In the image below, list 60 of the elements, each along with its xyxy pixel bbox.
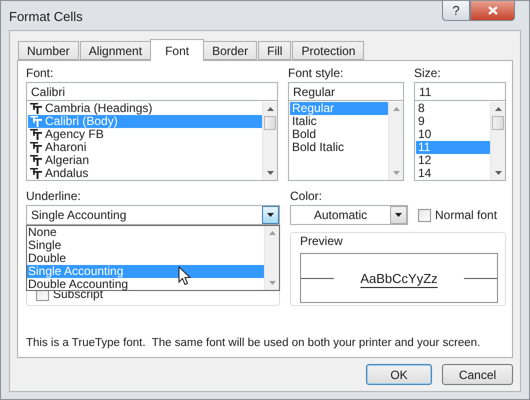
list-item[interactable]: Agency FB: [28, 128, 262, 141]
caret-icon: [395, 213, 402, 217]
cancel-button[interactable]: Cancel: [442, 364, 513, 385]
tab[interactable]: Border: [203, 41, 258, 60]
tab[interactable]: Alignment: [80, 41, 152, 60]
truetype-icon: [30, 168, 42, 179]
list-item[interactable]: Bold Italic: [290, 141, 388, 154]
truetype-icon: [30, 116, 42, 127]
scrollbar[interactable]: [264, 226, 279, 290]
dropdown-option[interactable]: Double Accounting: [27, 278, 264, 291]
field-label: Size:: [414, 67, 442, 82]
input-field[interactable]: 11: [414, 82, 506, 101]
mouse-pointer-icon: [178, 266, 191, 286]
tab[interactable]: Protection: [292, 41, 364, 60]
list-item[interactable]: 10: [416, 128, 490, 141]
list-item[interactable]: Bold: [290, 128, 388, 141]
list-item[interactable]: 9: [416, 115, 490, 128]
tab[interactable]: Font: [150, 39, 204, 61]
close-icon: [488, 6, 498, 15]
list-item[interactable]: Algerian: [28, 154, 262, 167]
scrollbar[interactable]: [262, 102, 277, 180]
list-item[interactable]: 12: [416, 154, 490, 167]
field-label: Font:: [26, 67, 54, 82]
list-box[interactable]: 8 9 10 11 12 14: [414, 101, 506, 181]
color-dropdown[interactable]: Automatic: [290, 205, 408, 225]
scroll-thumb[interactable]: [264, 116, 276, 130]
info-text: This is a TrueType font. The same font will be used on both your printer and your screen.: [26, 337, 482, 349]
list-item[interactable]: Andalus: [28, 167, 262, 180]
caret-icon: [267, 213, 274, 217]
list-item[interactable]: 14: [416, 167, 490, 180]
underline-dropdown[interactable]: Single Accounting: [26, 205, 280, 225]
ok-button[interactable]: OK: [366, 364, 432, 385]
tab[interactable]: Number: [18, 41, 79, 60]
input-field[interactable]: Regular: [288, 82, 404, 101]
dropdown-option[interactable]: Single: [27, 239, 264, 252]
truetype-icon: [30, 155, 42, 166]
list-item[interactable]: 8: [416, 102, 490, 115]
field-label: Color:: [290, 190, 324, 205]
list-box[interactable]: Cambria (Headings) Calibri (Body) Agency FB Aharoni Algerian Andalus: [26, 101, 278, 181]
list-item[interactable]: Aharoni: [28, 141, 262, 154]
group-label: Preview: [300, 235, 344, 250]
list-item[interactable]: Cambria (Headings): [28, 102, 262, 115]
field-label: Underline:: [26, 190, 82, 205]
help-button[interactable]: ?: [442, 1, 470, 21]
list-item[interactable]: Italic: [290, 115, 388, 128]
input-field[interactable]: Calibri: [26, 82, 278, 101]
field-label: Font style:: [288, 67, 344, 82]
close-button[interactable]: [470, 1, 515, 21]
tab[interactable]: Fill: [258, 41, 292, 60]
list-box[interactable]: Regular Italic Bold Bold Italic: [288, 101, 404, 181]
normal-font-checkbox[interactable]: Normal font: [418, 208, 498, 222]
dropdown-option[interactable]: None: [27, 226, 264, 239]
dropdown-option[interactable]: Double: [27, 252, 264, 265]
window-title: Format Cells: [9, 9, 83, 24]
truetype-icon: [30, 142, 42, 153]
scrollbar[interactable]: [490, 102, 505, 180]
truetype-icon: [30, 103, 42, 114]
truetype-icon: [30, 129, 42, 140]
preview-sample: AaBbCcYyZz: [360, 270, 438, 286]
scroll-thumb[interactable]: [492, 116, 504, 130]
